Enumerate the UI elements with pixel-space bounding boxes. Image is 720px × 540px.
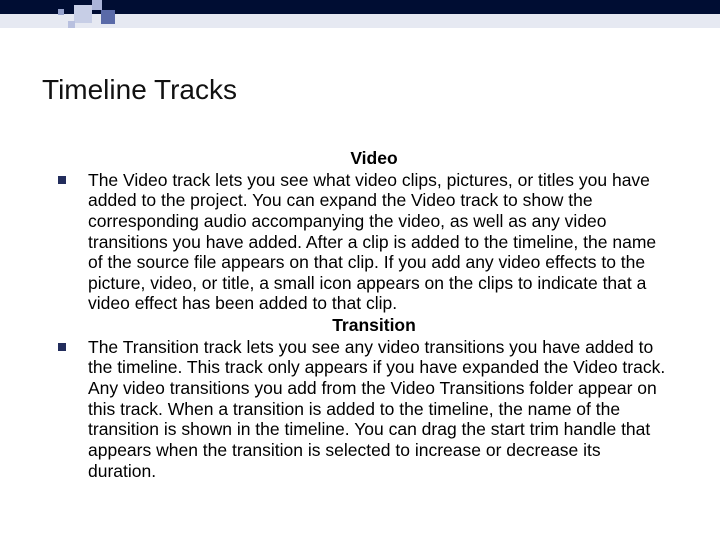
accent-square-icon xyxy=(92,0,102,10)
bullet-item: The Transition track lets you see any vi… xyxy=(76,337,672,481)
bullet-text: The Video track lets you see what video … xyxy=(88,170,672,314)
bullet-text: The Transition track lets you see any vi… xyxy=(88,337,672,481)
accent-square-icon xyxy=(101,10,115,24)
bullet-square-icon xyxy=(58,343,66,351)
accent-bar xyxy=(0,0,720,28)
slide: Timeline Tracks Video The Video track le… xyxy=(0,0,720,540)
bullet-square-icon xyxy=(58,176,66,184)
slide-body: Video The Video track lets you see what … xyxy=(76,148,672,482)
section-heading-transition: Transition xyxy=(76,315,672,336)
accent-square-icon xyxy=(68,21,75,28)
slide-title: Timeline Tracks xyxy=(42,74,237,106)
section-heading-video: Video xyxy=(76,148,672,169)
accent-square-icon xyxy=(74,5,92,23)
bullet-item: The Video track lets you see what video … xyxy=(76,170,672,314)
accent-square-icon xyxy=(58,9,64,15)
